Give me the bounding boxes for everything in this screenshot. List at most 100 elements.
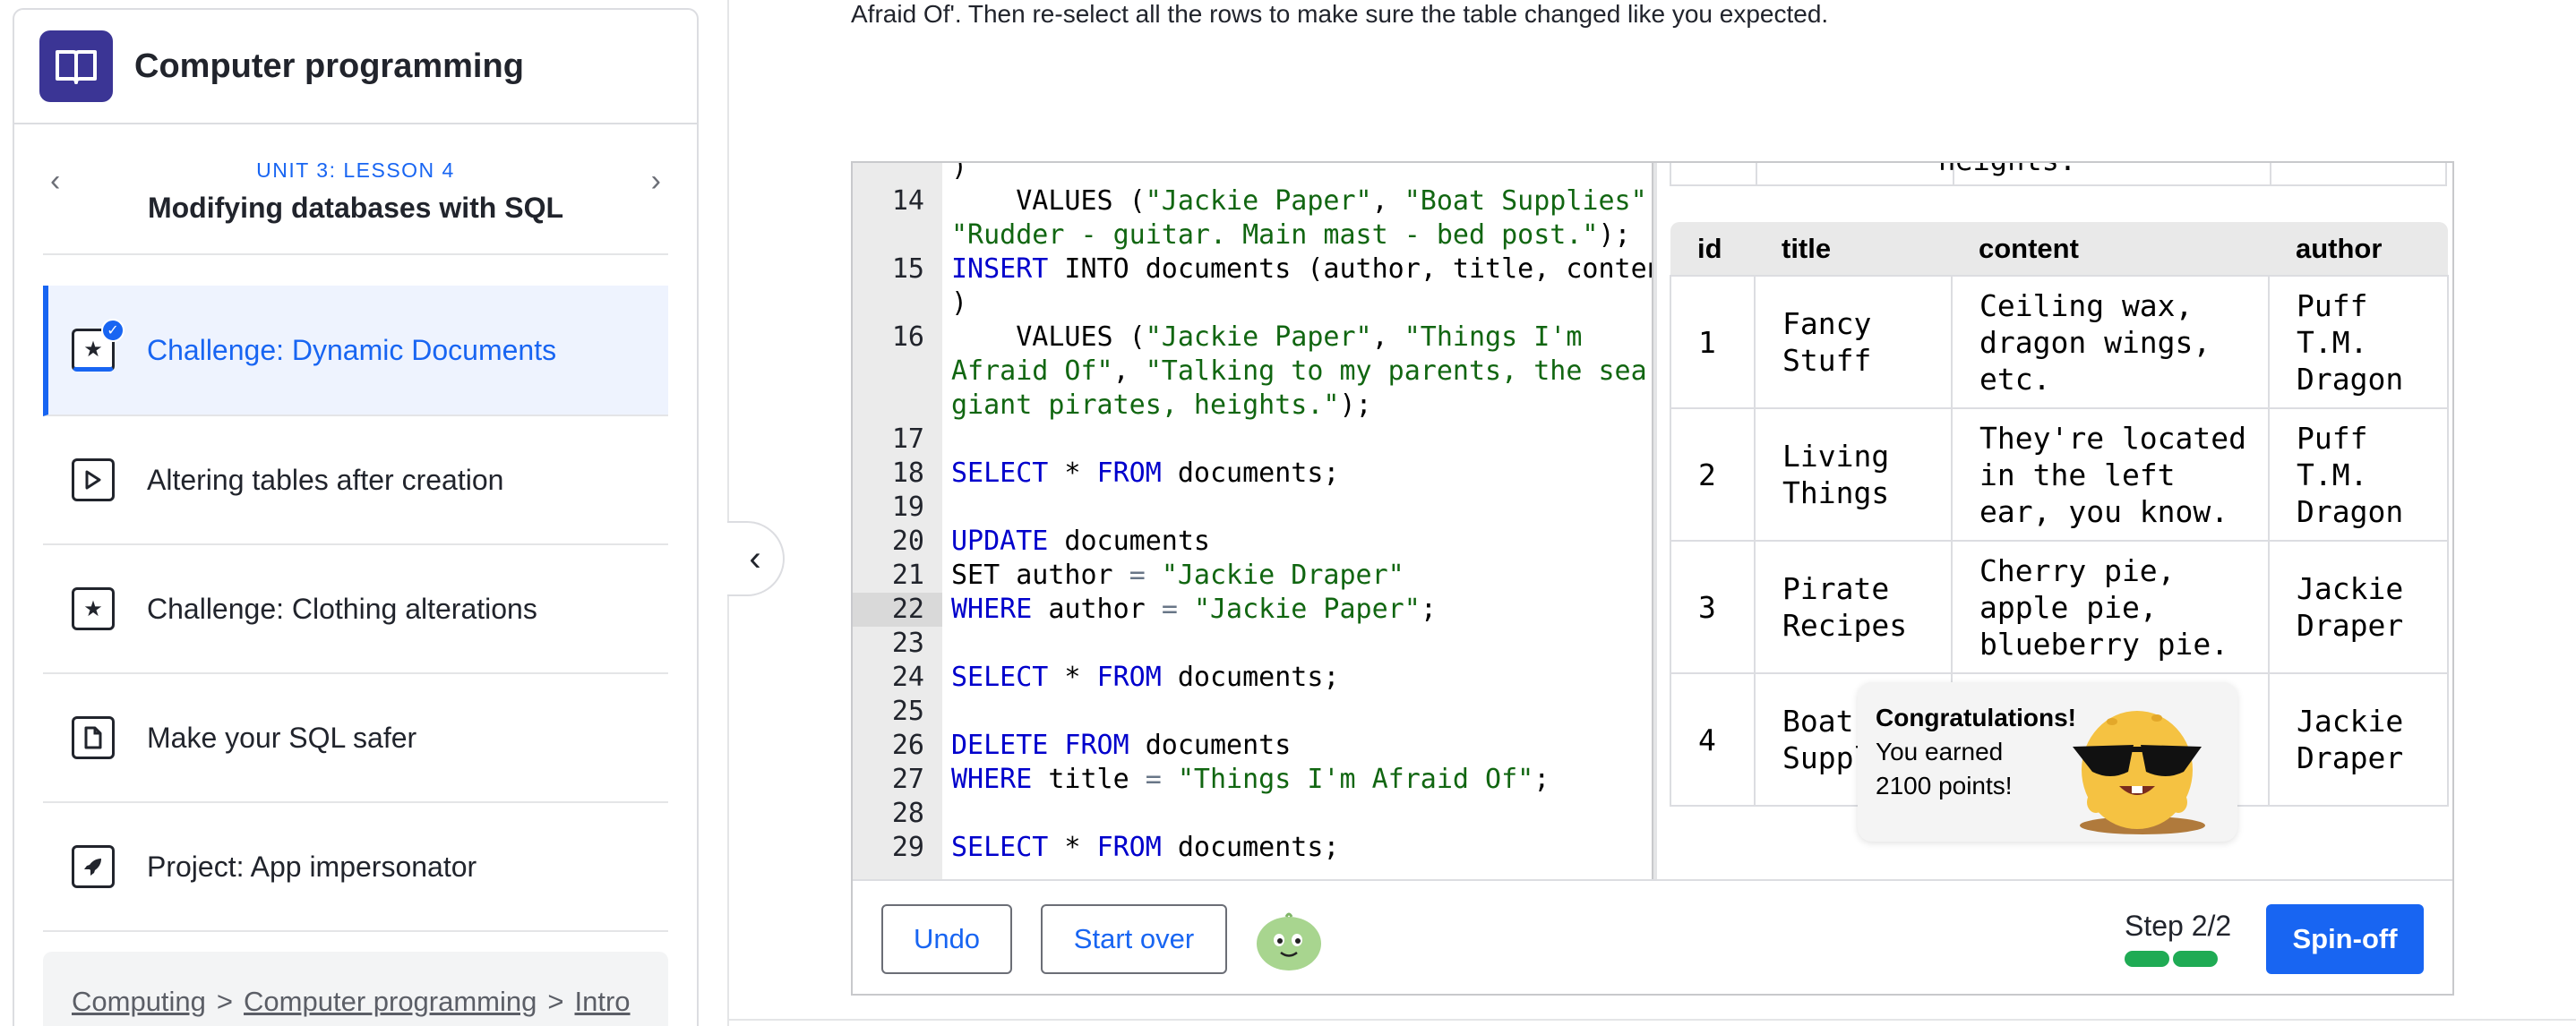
table-cell-content: They're located in the left ear, you know. xyxy=(1951,407,2270,542)
lesson-item-label: Project: App impersonator xyxy=(147,850,477,883)
code-text: SET author = "Jackie Draper" xyxy=(951,559,1404,593)
code-token: * xyxy=(1048,662,1097,693)
challenge-instructions: Afraid Of'. Then re-select all the rows … xyxy=(851,0,1829,28)
code-line[interactable]: 27 WHERE title = "Things I'm Afraid Of"; xyxy=(853,763,1652,797)
course-title[interactable]: Computer programming xyxy=(134,47,524,86)
code-line[interactable]: 14 VALUES ("Jackie Paper", "Boat Supplie… xyxy=(853,184,1652,218)
chevron-left-icon[interactable]: ‹ xyxy=(50,164,60,199)
spin-off-button[interactable]: Spin-off xyxy=(2266,904,2424,974)
start-over-button[interactable]: Start over xyxy=(1041,904,1227,974)
lesson-item-altering-tables[interactable]: Altering tables after creation xyxy=(43,416,668,545)
step-progress xyxy=(2125,951,2218,967)
code-token: ); xyxy=(1598,219,1631,251)
line-number: 15 xyxy=(891,253,924,285)
line-number: 23 xyxy=(891,628,924,659)
table-cell-author: Jackie Draper xyxy=(2268,672,2449,807)
table-cell-title: Living Things xyxy=(1754,407,1953,542)
code-line[interactable]: 20 UPDATE documents xyxy=(853,525,1652,559)
code-line[interactable]: Afraid Of", "Talking to my parents, the … xyxy=(853,355,1652,389)
table-cell-author: Puff T.M. Dragon xyxy=(2268,407,2449,542)
code-line[interactable]: 22 WHERE author = "Jackie Paper"; xyxy=(853,593,1652,627)
chevron-right-icon[interactable]: › xyxy=(651,164,661,199)
code-token: ); xyxy=(1339,389,1372,421)
code-text: WHERE author = "Jackie Paper"; xyxy=(951,593,1437,627)
code-token: "Things I'm xyxy=(1404,321,1583,353)
code-token: ) xyxy=(951,163,968,183)
breadcrumb-link-computing[interactable]: Computing xyxy=(72,986,206,1017)
code-line[interactable]: 26 DELETE FROM documents xyxy=(853,729,1652,763)
line-number: 19 xyxy=(891,492,924,523)
line-number: 16 xyxy=(891,321,924,353)
code-token: , xyxy=(1371,321,1404,353)
code-token: "Talking to my parents, the sea, xyxy=(1145,355,1652,387)
code-text: SELECT * FROM documents; xyxy=(951,457,1340,491)
undo-button[interactable]: Undo xyxy=(881,904,1012,974)
code-line[interactable]: 16 VALUES ("Jackie Paper", "Things I'm xyxy=(853,321,1652,355)
code-line[interactable]: 23 xyxy=(853,627,1652,661)
lesson-unit[interactable]: UNIT 3: LESSON 4 xyxy=(43,158,668,183)
lesson-item-project-app-impersonator[interactable]: Project: App impersonator xyxy=(43,803,668,932)
breadcrumb-separator: > xyxy=(547,986,564,1017)
code-line[interactable]: 24 SELECT * FROM documents; xyxy=(853,661,1652,695)
points-toast: Congratulations! You earned 2100 points! xyxy=(1858,682,2237,842)
code-line[interactable]: 18 SELECT * FROM documents; xyxy=(853,457,1652,491)
checkmark-icon: ✓ xyxy=(101,319,125,342)
code-line[interactable]: ) xyxy=(853,286,1652,321)
collapse-sidebar-button[interactable]: ‹ xyxy=(727,521,785,596)
article-icon xyxy=(72,716,115,759)
code-line[interactable]: giant pirates, heights."); xyxy=(853,389,1652,423)
code-token: WHERE xyxy=(951,594,1033,625)
bottom-divider xyxy=(727,1019,2576,1021)
code-token: "Jackie Draper" xyxy=(1161,560,1404,591)
code-line[interactable]: 15 INSERT INTO documents (author, title, … xyxy=(853,252,1652,286)
code-token: SELECT xyxy=(951,832,1049,863)
table-cell-title: Pirate Recipes xyxy=(1754,540,1953,674)
line-number: 14 xyxy=(891,185,924,217)
code-text: VALUES ("Jackie Paper", "Boat Supplies", xyxy=(951,184,1652,218)
sidebar: Computer programming ‹ UNIT 3: LESSON 4 … xyxy=(13,8,699,1026)
line-number: 27 xyxy=(891,764,924,795)
code-token: documents; xyxy=(1161,832,1340,863)
code-text: VALUES ("Jackie Paper", "Things I'm xyxy=(951,321,1582,355)
code-line[interactable]: 19 xyxy=(853,491,1652,525)
code-token: WHERE xyxy=(951,764,1033,795)
code-text: ) xyxy=(951,286,967,321)
code-line[interactable]: 28 xyxy=(853,797,1652,831)
line-number: 25 xyxy=(891,696,924,727)
code-token: "Boat Supplies" xyxy=(1404,185,1647,217)
code-text: "Rudder - guitar. Main mast - bed post."… xyxy=(951,218,1631,252)
code-line[interactable]: 25 xyxy=(853,695,1652,729)
toast-message-line: You earned xyxy=(1876,738,2004,765)
lesson-item-label: Make your SQL safer xyxy=(147,721,417,754)
course-header[interactable]: Computer programming xyxy=(14,10,697,124)
code-token: FROM xyxy=(1096,832,1162,863)
breadcrumb-link-computer-programming[interactable]: Computer programming xyxy=(244,986,537,1017)
lesson-item-make-sql-safer[interactable]: Make your SQL safer xyxy=(43,674,668,803)
code-token: , xyxy=(1112,355,1146,387)
lesson-item-challenge-clothing-alterations[interactable]: ★ Challenge: Clothing alterations xyxy=(43,545,668,674)
code-token: documents xyxy=(1129,730,1292,761)
table-cell-content: Cherry pie, apple pie, blueberry pie. xyxy=(1951,540,2270,674)
code-token: = xyxy=(1129,560,1146,591)
chevron-left-icon: ‹ xyxy=(749,538,761,578)
lesson-item-challenge-dynamic-documents[interactable]: ★ ✓ Challenge: Dynamic Documents xyxy=(43,286,668,416)
line-number: 24 xyxy=(891,662,924,693)
code-editor[interactable]: ) 14 VALUES ("Jackie Paper", "Boat Suppli… xyxy=(853,163,1652,879)
code-line[interactable]: ) xyxy=(853,163,1652,184)
breadcrumb-link-intro[interactable]: Intro xyxy=(575,986,631,1017)
book-icon xyxy=(39,30,113,102)
code-token: documents; xyxy=(1161,662,1340,693)
code-line[interactable]: 29 SELECT * FROM documents; xyxy=(853,831,1652,865)
hint-character-icon[interactable] xyxy=(1254,908,1324,972)
table-cell-title: Fancy Stuff xyxy=(1754,275,1953,409)
content-divider xyxy=(727,0,729,1026)
lesson-title: Modifying databases with SQL xyxy=(147,192,564,224)
code-line[interactable]: "Rudder - guitar. Main mast - bed post."… xyxy=(853,218,1652,252)
code-line[interactable]: 17 xyxy=(853,423,1652,457)
table-row: 3 Pirate Recipes Cherry pie, apple pie, blueb… xyxy=(1670,540,2449,674)
code-token: * xyxy=(1048,832,1097,863)
column-header: content xyxy=(1952,222,2269,276)
code-token: = xyxy=(1145,764,1162,795)
code-line[interactable]: 21 SET author = "Jackie Draper" xyxy=(853,559,1652,593)
